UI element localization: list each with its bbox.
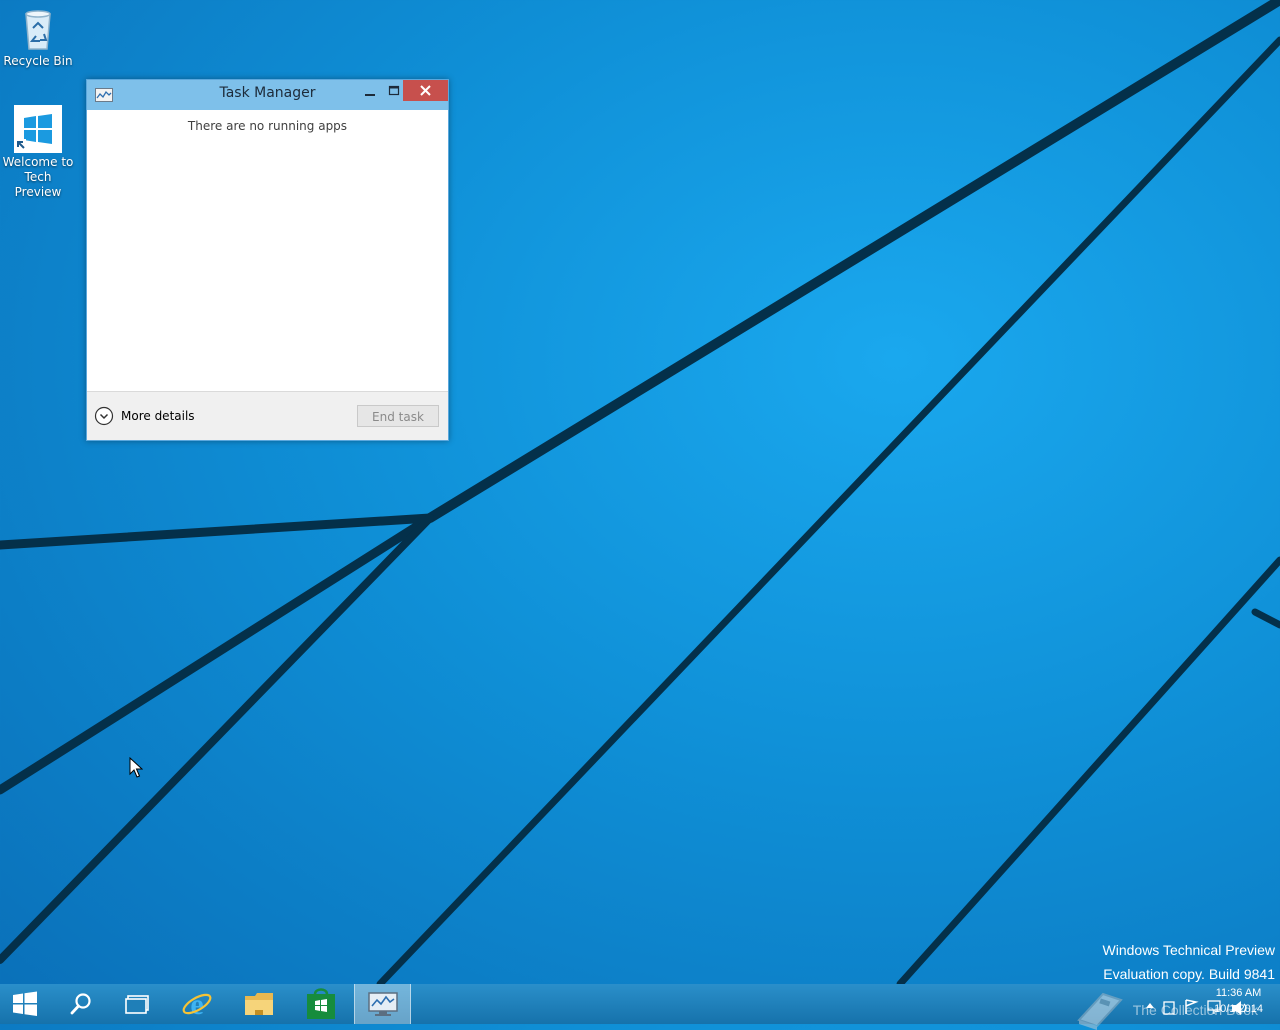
desktop-icon-label: Recycle Bin bbox=[3, 54, 73, 68]
collection-book-text: The Collection Book bbox=[1132, 1002, 1258, 1018]
title-bar[interactable]: Task Manager bbox=[87, 80, 448, 110]
desktop-icon-recycle-bin[interactable]: Recycle Bin bbox=[0, 6, 76, 69]
windows-logo-icon bbox=[14, 105, 62, 153]
maximize-button[interactable] bbox=[383, 83, 405, 101]
task-view-button[interactable] bbox=[108, 984, 165, 1024]
start-button[interactable] bbox=[0, 984, 50, 1024]
search-icon bbox=[70, 993, 91, 1015]
book-icon bbox=[1076, 992, 1123, 1030]
task-view-icon bbox=[124, 995, 149, 1014]
close-button[interactable] bbox=[403, 80, 448, 101]
empty-message: There are no running apps bbox=[187, 119, 348, 133]
build-watermark-line2: Evaluation copy. Build 9841 bbox=[1103, 966, 1275, 982]
svg-text:e: e bbox=[190, 988, 203, 1020]
folder-icon bbox=[244, 993, 273, 1015]
task-manager-window[interactable]: Task Manager There are no running apps M… bbox=[86, 79, 449, 441]
app-list-area: There are no running apps bbox=[87, 110, 448, 393]
close-icon bbox=[420, 85, 431, 96]
desktop-icon-label: Tech Preview bbox=[14, 170, 62, 199]
internet-explorer-button[interactable]: e bbox=[168, 984, 225, 1024]
task-manager-footer: More details End task bbox=[87, 391, 448, 440]
mouse-pointer-icon bbox=[129, 757, 143, 778]
windows-logo-icon bbox=[13, 991, 37, 1016]
task-manager-button[interactable] bbox=[354, 984, 411, 1024]
end-task-button[interactable]: End task bbox=[357, 405, 439, 427]
collection-book-watermark: The Collection Book bbox=[1073, 990, 1258, 1030]
internet-explorer-icon: e bbox=[182, 988, 211, 1020]
file-explorer-button[interactable] bbox=[230, 984, 287, 1024]
desktop-icon-welcome-tech-preview[interactable]: Welcome to Tech Preview bbox=[0, 105, 76, 200]
store-icon bbox=[306, 988, 335, 1019]
recycle-bin-icon bbox=[18, 6, 58, 52]
more-details-label: More details bbox=[121, 409, 195, 423]
store-button[interactable] bbox=[292, 984, 349, 1024]
search-button[interactable] bbox=[52, 984, 109, 1024]
more-details-toggle[interactable]: More details bbox=[94, 406, 195, 426]
chevron-down-icon bbox=[94, 406, 114, 426]
task-manager-icon bbox=[367, 992, 398, 1016]
build-watermark-line1: Windows Technical Preview bbox=[1102, 942, 1275, 958]
desktop-icon-label: Welcome to bbox=[2, 155, 74, 169]
minimize-button[interactable] bbox=[359, 83, 381, 101]
